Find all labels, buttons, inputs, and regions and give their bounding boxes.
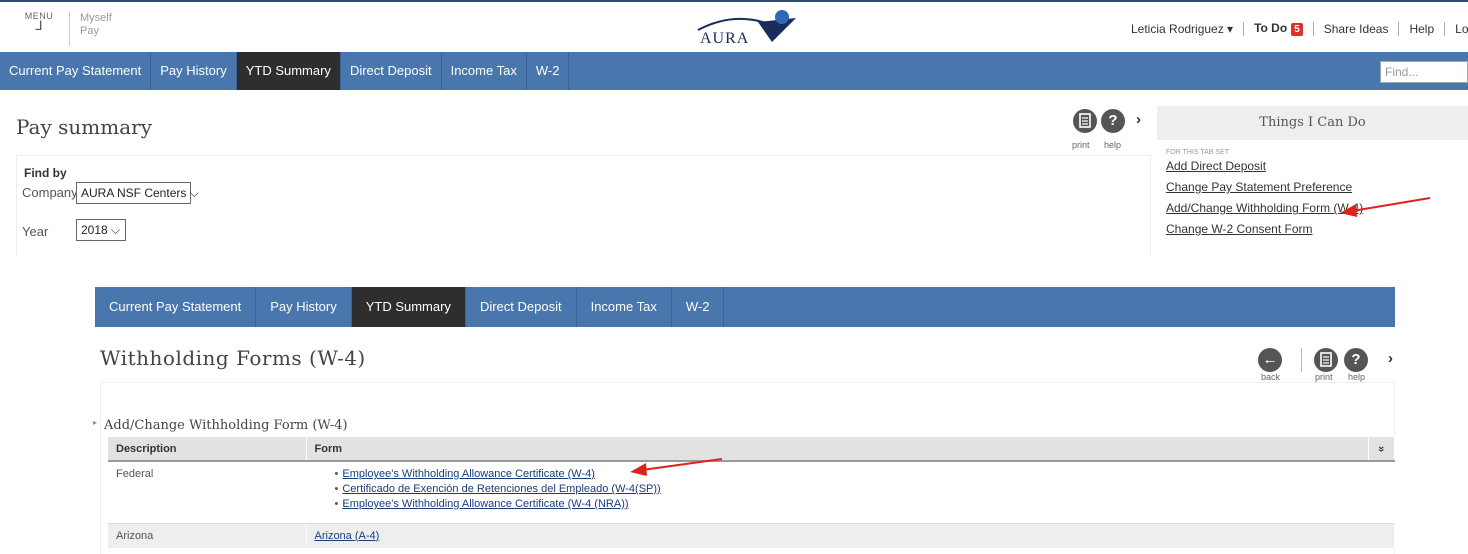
column-header-description[interactable]: Description xyxy=(108,437,307,462)
year-select[interactable]: 2018 ⌵ xyxy=(76,219,126,241)
section-title: Add/Change Withholding Form (W-4) xyxy=(104,418,348,433)
divider xyxy=(1301,348,1302,372)
table-row: Arizona Arizona (A-4) xyxy=(108,523,1395,548)
divider xyxy=(1312,21,1314,36)
menu-button[interactable]: MENU ⅃ xyxy=(21,11,57,45)
logo-text: AURA xyxy=(700,30,750,47)
tab-ytd-summary[interactable]: YTD Summary xyxy=(236,52,341,90)
logout-link[interactable]: Logout xyxy=(1455,22,1468,36)
todo-link[interactable]: To Do 5 xyxy=(1254,21,1303,36)
print-icon[interactable] xyxy=(1073,109,1097,133)
breadcrumb: Myself Pay xyxy=(69,12,112,46)
main-nav: Current Pay Statement Pay History YTD Su… xyxy=(0,52,1468,90)
tab-ytd-summary[interactable]: YTD Summary xyxy=(351,287,466,327)
things-subheading: FOR THIS TAB SET xyxy=(1166,149,1230,156)
find-by-panel xyxy=(16,155,1151,255)
chevron-down-icon: ⌵ xyxy=(111,223,121,237)
row-description: Federal xyxy=(108,461,307,524)
share-ideas-link[interactable]: Share Ideas xyxy=(1324,22,1389,36)
year-label: Year xyxy=(22,224,49,239)
list-item: Certificado de Exención de Retenciones d… xyxy=(335,483,1387,495)
divider xyxy=(1243,21,1245,36)
change-w2-consent-form-link[interactable]: Change W-2 Consent Form xyxy=(1166,222,1468,236)
menu-icon: ⅃ xyxy=(35,18,43,33)
help-link[interactable]: Help xyxy=(1409,22,1434,36)
company-select[interactable]: AURA NSF Centers ⌵ xyxy=(76,182,199,204)
breadcrumb-myself[interactable]: Myself xyxy=(80,12,112,25)
w4-sp-form-link[interactable]: Certificado de Exención de Retenciones d… xyxy=(342,483,660,495)
divider xyxy=(1444,21,1446,36)
divider xyxy=(1398,21,1400,36)
breadcrumb-pay[interactable]: Pay xyxy=(80,25,112,38)
tab-w2[interactable]: W-2 xyxy=(527,52,570,90)
tab-direct-deposit[interactable]: Direct Deposit xyxy=(341,52,442,90)
withholding-table: Description Form » Federal Employee's Wi… xyxy=(108,437,1395,548)
tab-direct-deposit[interactable]: Direct Deposit xyxy=(466,287,577,327)
top-header: MENU ⅃ Myself Pay AURA Leticia Rodriguez… xyxy=(0,0,1468,52)
help-label: help xyxy=(1104,140,1122,150)
change-pay-statement-preference-link[interactable]: Change Pay Statement Preference xyxy=(1166,180,1468,194)
find-by-title: Find by xyxy=(24,166,67,180)
tab-current-pay-statement[interactable]: Current Pay Statement xyxy=(95,287,257,327)
withholding-nav: Current Pay Statement Pay History YTD Su… xyxy=(95,287,1395,327)
list-item: Employee's Withholding Allowance Certifi… xyxy=(335,468,1387,480)
section-bullet: ▸ xyxy=(93,418,98,427)
things-i-can-do-panel: Things I Can Do FOR THIS TAB SET Add Dir… xyxy=(1157,106,1468,254)
todo-count-badge: 5 xyxy=(1291,23,1303,36)
add-direct-deposit-link[interactable]: Add Direct Deposit xyxy=(1166,159,1468,173)
add-change-withholding-form-link[interactable]: Add/Change Withholding Form (W-4) xyxy=(1166,201,1468,215)
print-label: print xyxy=(1315,372,1333,382)
aura-logo[interactable]: AURA xyxy=(696,8,816,50)
row-forms: Arizona (A-4) xyxy=(306,523,1395,548)
tab-w2[interactable]: W-2 xyxy=(672,287,725,327)
company-select-value: AURA NSF Centers xyxy=(81,186,187,200)
user-nav: Leticia Rodriguez ▾ To Do 5 Share Ideas H… xyxy=(1131,21,1468,36)
w4-form-link[interactable]: Employee's Withholding Allowance Certifi… xyxy=(342,468,595,480)
chevron-down-icon: ⌵ xyxy=(189,186,199,200)
help-icon[interactable]: ? xyxy=(1344,348,1368,372)
tab-pay-history[interactable]: Pay History xyxy=(151,52,237,90)
tab-income-tax[interactable]: Income Tax xyxy=(577,287,672,327)
year-select-value: 2018 xyxy=(81,223,108,237)
chevron-right-icon[interactable]: › xyxy=(1136,111,1141,128)
back-icon[interactable]: ← xyxy=(1258,348,1282,372)
row-forms: Employee's Withholding Allowance Certifi… xyxy=(306,461,1395,524)
tab-income-tax[interactable]: Income Tax xyxy=(442,52,527,90)
collapse-icon[interactable]: » xyxy=(1368,437,1395,462)
find-input[interactable]: Find... xyxy=(1380,61,1468,83)
withholding-page-title: Withholding Forms (W-4) xyxy=(100,346,366,370)
company-label: Company xyxy=(22,185,78,200)
tab-pay-history[interactable]: Pay History xyxy=(256,287,352,327)
back-label: back xyxy=(1261,372,1281,382)
print-label: print xyxy=(1072,140,1090,150)
user-menu[interactable]: Leticia Rodriguez ▾ xyxy=(1131,22,1233,36)
row-description: Arizona xyxy=(108,523,307,548)
things-heading: Things I Can Do xyxy=(1157,106,1468,140)
help-icon[interactable]: ? xyxy=(1101,109,1125,133)
arizona-a4-form-link[interactable]: Arizona (A-4) xyxy=(315,530,380,542)
list-item: Employee's Withholding Allowance Certifi… xyxy=(335,498,1387,510)
page-title: Pay summary xyxy=(16,115,152,139)
chevron-right-icon[interactable]: › xyxy=(1388,350,1393,367)
w4-nra-form-link[interactable]: Employee's Withholding Allowance Certifi… xyxy=(342,498,628,510)
tab-current-pay-statement[interactable]: Current Pay Statement xyxy=(0,52,152,90)
column-header-form[interactable]: Form xyxy=(306,437,1369,462)
print-icon[interactable] xyxy=(1314,348,1338,372)
help-label: help xyxy=(1348,372,1366,382)
table-row: Federal Employee's Withholding Allowance… xyxy=(108,461,1395,524)
